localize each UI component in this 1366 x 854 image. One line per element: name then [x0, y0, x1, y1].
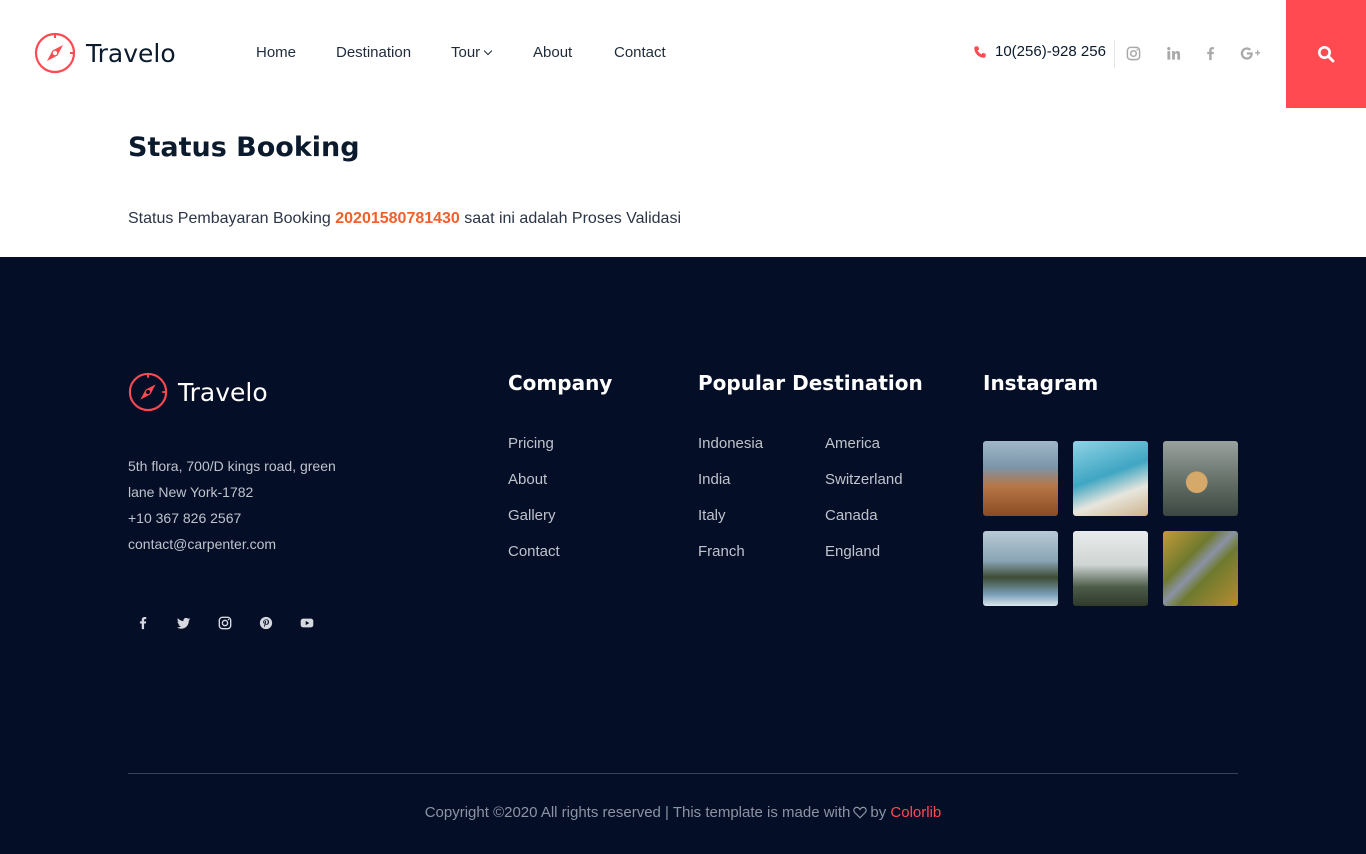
facebook-icon[interactable]: [1201, 44, 1219, 62]
destination-link[interactable]: Canada: [825, 507, 903, 543]
destination-link[interactable]: Indonesia: [698, 435, 763, 471]
nav-item-about[interactable]: About: [533, 44, 572, 61]
compass-icon: [34, 32, 76, 74]
site-header: Travelo Home Destination Tour About Cont…: [0, 0, 1366, 108]
woman-mountain-photo[interactable]: [1163, 441, 1238, 516]
destination-list-1: Indonesia India Italy Franch: [698, 435, 763, 579]
status-prefix: Status Pembayaran Booking: [128, 210, 331, 227]
mountain-river-photo[interactable]: [983, 441, 1058, 516]
destination-link[interactable]: Switzerland: [825, 471, 903, 507]
twitter-icon[interactable]: [169, 613, 199, 633]
booking-status-text: Status Pembayaran Booking 20201580781430…: [128, 210, 681, 228]
page-title: Status Booking: [128, 132, 360, 163]
popular-destination-heading: Popular Destination: [698, 371, 923, 395]
google-plus-icon[interactable]: [1240, 44, 1262, 62]
footer-address: 5th flora, 700/D kings road, green lane …: [128, 453, 388, 557]
footer-phone[interactable]: +10 367 826 2567: [128, 505, 388, 531]
divider: [1114, 40, 1115, 68]
header-phone[interactable]: 10(256)-928 256: [973, 43, 1106, 60]
footer-brand-name: Travelo: [178, 377, 268, 407]
address-line: lane New York-1782: [128, 484, 254, 500]
nav-item-home[interactable]: Home: [256, 44, 296, 61]
footer-link-pricing[interactable]: Pricing: [508, 435, 560, 471]
footer-link-about[interactable]: About: [508, 471, 560, 507]
misty-forest-photo[interactable]: [1073, 531, 1148, 606]
nav-item-contact[interactable]: Contact: [614, 44, 666, 61]
compass-icon: [128, 372, 168, 412]
instagram-gallery: [983, 441, 1238, 606]
nav-item-destination[interactable]: Destination: [336, 44, 411, 61]
youtube-icon[interactable]: [292, 613, 322, 633]
nav-item-tour[interactable]: Tour: [451, 44, 493, 61]
beach-paraglider-photo[interactable]: [1073, 441, 1148, 516]
destination-list-2: America Switzerland Canada England: [825, 435, 903, 579]
footer-divider: [128, 773, 1238, 774]
address-line: 5th flora, 700/D kings road, green: [128, 458, 336, 474]
phone-number: 10(256)-928 256: [995, 43, 1106, 60]
pinterest-icon[interactable]: [251, 613, 281, 633]
company-heading: Company: [508, 371, 613, 395]
destination-link[interactable]: Italy: [698, 507, 763, 543]
company-links: Pricing About Gallery Contact: [508, 435, 560, 579]
copyright-by: by: [870, 804, 887, 821]
footer-email[interactable]: contact@carpenter.com: [128, 531, 388, 557]
site-footer: Travelo 5th flora, 700/D kings road, gre…: [0, 257, 1366, 854]
footer-link-contact[interactable]: Contact: [508, 543, 560, 579]
destination-link[interactable]: Franch: [698, 543, 763, 579]
facebook-icon[interactable]: [128, 613, 158, 633]
instagram-heading: Instagram: [983, 371, 1099, 395]
forest-road-photo[interactable]: [1163, 531, 1238, 606]
footer-link-gallery[interactable]: Gallery: [508, 507, 560, 543]
search-icon: [1318, 46, 1335, 63]
destination-link[interactable]: England: [825, 543, 903, 579]
status-suffix: saat ini adalah Proses Validasi: [464, 210, 681, 227]
instagram-icon[interactable]: [210, 613, 240, 633]
heart-icon: [853, 806, 868, 819]
colorlib-link[interactable]: Colorlib: [890, 804, 941, 821]
destination-link[interactable]: India: [698, 471, 763, 507]
destination-link[interactable]: America: [825, 435, 903, 471]
search-button[interactable]: [1286, 0, 1366, 108]
phone-icon: [974, 45, 986, 58]
nav-item-tour-label: Tour: [451, 44, 481, 61]
brand-name: Travelo: [86, 38, 176, 68]
booking-code: 20201580781430: [335, 210, 460, 227]
logo[interactable]: Travelo: [34, 32, 176, 74]
copyright-text: Copyright ©2020 All rights reserved | Th…: [0, 804, 1366, 821]
temple-sea-photo[interactable]: [983, 531, 1058, 606]
chevron-down-icon: [483, 46, 493, 56]
linkedin-icon[interactable]: [1164, 44, 1182, 62]
footer-logo[interactable]: Travelo: [128, 372, 268, 412]
copyright-prefix: Copyright ©2020 All rights reserved | Th…: [424, 804, 851, 821]
instagram-icon[interactable]: [1124, 44, 1142, 62]
